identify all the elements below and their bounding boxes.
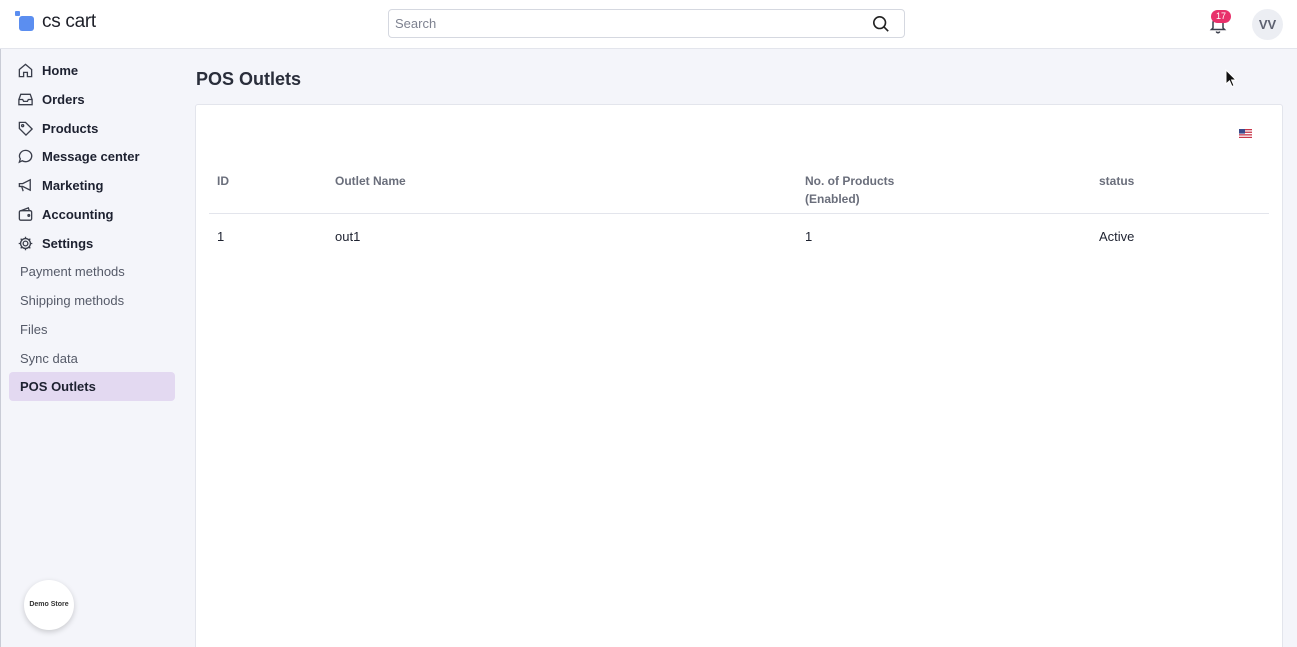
home-icon [18,63,33,78]
notification-badge: 17 [1211,10,1231,23]
sidebar-item-label: Accounting [42,207,114,222]
logo-text: cs cart [42,11,96,32]
sidebar-item-payment-methods[interactable]: Payment methods [9,257,175,286]
sidebar-item-products[interactable]: Products [9,115,175,142]
table-header-divider [209,213,1269,214]
sidebar-item-settings[interactable]: Settings [9,230,175,257]
cs-cart-logo[interactable]: cs cart [15,11,96,33]
gear-icon [18,236,33,251]
cell-outlet-name[interactable]: out1 [335,229,360,244]
tag-icon [18,121,34,137]
sidebar-item-shipping-methods[interactable]: Shipping methods [9,286,175,315]
sidebar-item-files[interactable]: Files [9,315,175,344]
sidebar-item-marketing[interactable]: Marketing [9,172,175,199]
chat-bubble-icon [18,149,33,164]
cell-status: Active [1099,229,1135,244]
inbox-icon [18,93,33,106]
logo-mark-icon [15,11,36,32]
sidebar-item-label: Home [42,63,79,78]
sidebar-item-label: Settings [42,236,94,251]
search-box[interactable] [388,9,905,38]
column-header-id[interactable]: ID [217,172,229,190]
column-header-outlet-name[interactable]: Outlet Name [335,172,406,190]
sidebar-item-label: Products [42,121,99,136]
column-header-products[interactable]: No. of Products (Enabled) [805,172,894,208]
wallet-icon [18,207,33,221]
sidebar-item-label: Marketing [42,178,104,193]
sidebar-item-pos-outlets[interactable]: POS Outlets [9,372,175,401]
megaphone-icon [18,178,31,192]
sidebar-item-home[interactable]: Home [9,57,175,84]
cell-id: 1 [217,229,225,244]
mouse-cursor-icon [1225,69,1237,88]
user-avatar[interactable]: VV [1252,9,1283,40]
demo-store-button[interactable]: Demo Store [24,580,74,630]
sidebar-item-accounting[interactable]: Accounting [9,201,175,228]
sidebar-item-label: Orders [42,92,85,107]
search-input[interactable] [395,16,855,31]
sidebar-item-orders[interactable]: Orders [9,86,175,113]
sidebar-item-message-center[interactable]: Message center [9,143,175,170]
top-bar: cs cart 17 VV [0,0,1297,49]
cell-products: 1 [805,229,813,244]
outlets-card: ID Outlet Name No. of Products (Enabled)… [195,104,1283,647]
page-title: POS Outlets [196,69,302,89]
sidebar-item-sync-data[interactable]: Sync data [9,344,175,373]
search-icon[interactable] [872,15,890,33]
column-header-status[interactable]: status [1099,172,1134,190]
sidebar-item-label: Message center [42,149,140,164]
sidebar: Home Orders Products Message center Mark… [0,49,182,647]
us-flag-icon[interactable] [1239,129,1252,138]
